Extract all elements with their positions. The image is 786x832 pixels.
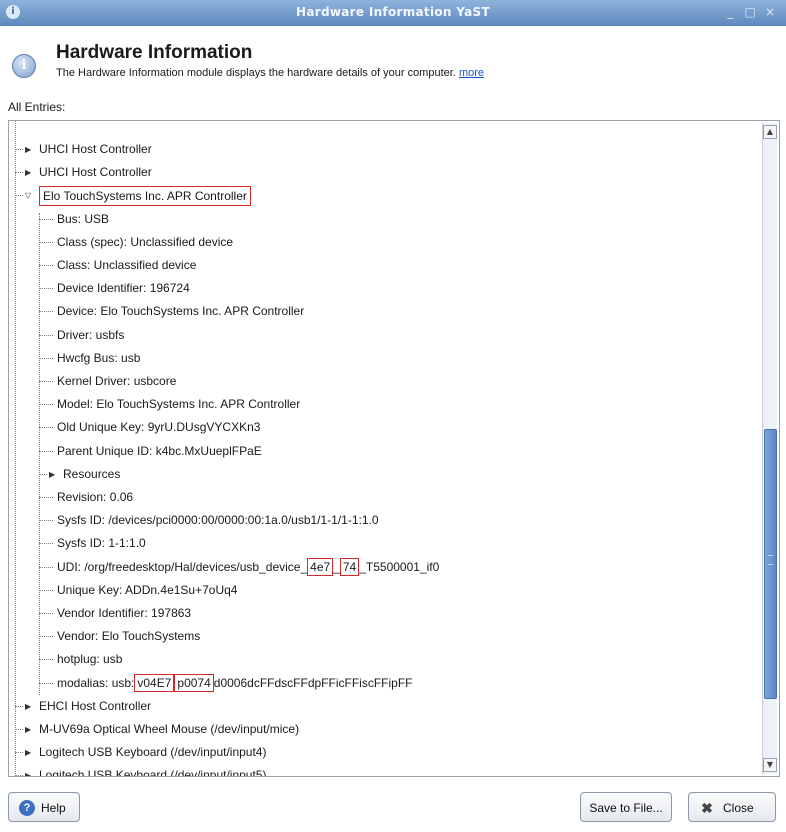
scroll-up-icon[interactable]: ▲ xyxy=(763,125,777,139)
close-button[interactable]: ✖ Close xyxy=(688,792,776,822)
tree-row-label: Class (spec): Unclassified device xyxy=(57,234,234,249)
tree-row-label: Unique Key: ADDn.4e1Su+7oUq4 xyxy=(57,582,238,597)
tree-row-label: EHCI Host Controller xyxy=(39,698,152,713)
tree-label: All Entries: xyxy=(8,100,65,114)
tree-branch-line xyxy=(39,613,53,614)
vertical-scrollbar[interactable]: ▲ ▼ xyxy=(762,123,777,774)
grip-icon xyxy=(768,555,773,565)
tree-branch-line xyxy=(39,288,53,290)
tree-branch-line xyxy=(39,473,47,475)
save-to-file-button[interactable]: Save to File... xyxy=(580,792,672,822)
tree-branch-line xyxy=(39,427,53,429)
help-icon: ? xyxy=(19,800,35,816)
tree-row-label: Vendor: Elo TouchSystems xyxy=(57,629,201,644)
tree-branch-line xyxy=(15,172,23,174)
tree-row-label: Sysfs ID: 1-1:1.0 xyxy=(57,536,146,551)
tree-row-label: Device Identifier: 196724 xyxy=(57,281,190,296)
close-x-icon: ✖ xyxy=(701,800,713,816)
tree-branch-line xyxy=(39,589,53,591)
modalias-vendor-highlight: v04E7 xyxy=(134,673,175,692)
tree-row-label: Logitech USB Keyboard (/dev/input/input4… xyxy=(39,745,267,760)
close-button-label: Close xyxy=(723,801,754,815)
window-title: Hardware Information YaST xyxy=(296,5,490,19)
tree-row-label: Elo TouchSystems Inc. APR Controller xyxy=(39,186,251,207)
tree-branch-line xyxy=(39,241,53,243)
tree-row-label: Model: Elo TouchSystems Inc. APR Control… xyxy=(57,397,301,412)
collapsed-triangle-icon[interactable]: ▶ xyxy=(25,138,31,161)
tree-row-label: Hwcfg Bus: usb xyxy=(57,350,141,365)
tree-row-label: Vendor Identifier: 197863 xyxy=(57,606,192,620)
scroll-thumb[interactable] xyxy=(764,429,777,699)
minimize-icon[interactable]: _ xyxy=(722,5,738,19)
collapsed-triangle-icon[interactable]: ▶ xyxy=(25,741,31,764)
dialog-body: i Hardware Information The Hardware Info… xyxy=(0,26,786,832)
help-button[interactable]: ? Help xyxy=(8,792,80,822)
tree-branch-line xyxy=(15,729,23,730)
close-window-icon[interactable]: × xyxy=(762,5,778,19)
tree-branch-line xyxy=(15,149,23,150)
tree-branch-line xyxy=(39,357,53,359)
tree-branch-line xyxy=(39,311,53,313)
tree-branch-line xyxy=(15,775,23,776)
maximize-icon[interactable]: □ xyxy=(742,5,758,19)
tree-row-label: Kernel Driver: usbcore xyxy=(57,374,177,388)
collapsed-triangle-icon[interactable]: ▶ xyxy=(25,764,31,776)
udi-product-highlight: 74 xyxy=(339,557,360,576)
tree-row-label: Class: Unclassified device xyxy=(57,258,197,272)
tree-branch-line xyxy=(15,705,23,707)
save-button-label: Save to File... xyxy=(589,801,663,815)
tree-branch-line xyxy=(39,520,53,522)
tree-branch-line xyxy=(39,381,53,382)
tree-branch-line xyxy=(39,682,53,684)
tree-row-label: hotplug: usb xyxy=(57,652,123,667)
tree-row-label: Parent Unique ID: k4bc.MxUueplFPaE xyxy=(57,443,262,458)
collapsed-triangle-icon[interactable]: ▶ xyxy=(25,718,31,741)
tree-branch-line xyxy=(39,659,53,661)
info-icon: i xyxy=(12,54,36,78)
tree-row-label: Resources xyxy=(63,466,121,481)
help-button-label: Help xyxy=(41,801,66,815)
description-text: The Hardware Information module displays… xyxy=(56,67,456,79)
tree-row-label: UDI: /org/freedesktop/Hal/devices/usb_de… xyxy=(57,557,440,576)
tree-row-label: Old Unique Key: 9yrU.DUsgVYCXKn3 xyxy=(57,420,261,435)
tree-branch-line xyxy=(39,636,53,638)
tree-branch-line xyxy=(39,334,53,336)
window-titlebar: i Hardware Information YaST _ □ × xyxy=(0,0,786,26)
tree-label-text: All Entries: xyxy=(8,100,66,114)
page-description: The Hardware Information module displays… xyxy=(56,67,484,79)
tree-row-label: UHCI Host Controller xyxy=(39,165,152,180)
tree-connector-line xyxy=(39,213,40,695)
collapsed-triangle-icon[interactable]: ▶ xyxy=(25,161,31,184)
tree-row-label: UHCI Host Controller xyxy=(39,142,152,156)
expanded-triangle-icon[interactable]: ▽ xyxy=(25,184,31,207)
tree-branch-line xyxy=(39,404,53,406)
tree-branch-line xyxy=(39,566,53,568)
tree-row-label: Device: Elo TouchSystems Inc. APR Contro… xyxy=(57,304,305,319)
tree-branch-line xyxy=(15,752,23,754)
window-controls: _ □ × xyxy=(722,5,778,19)
tree-connector-line xyxy=(15,121,16,776)
collapsed-triangle-icon[interactable]: ▶ xyxy=(49,463,55,486)
tree-row-label: Revision: 0.06 xyxy=(57,490,134,504)
tree-row-label: M-UV69a Optical Wheel Mouse (/dev/input/… xyxy=(39,722,300,736)
tree-row-label: modalias: usb: v04E7 p0074 d0006dcFFdscFFdp… xyxy=(57,673,413,692)
tree-branch-line xyxy=(15,195,23,197)
more-link[interactable]: more xyxy=(459,67,484,79)
tree-branch-line xyxy=(39,265,53,266)
hardware-tree[interactable]: ▶ UHCI Host Controller ▶ UHCI Host Controll… xyxy=(8,120,780,777)
tree-row-label: Bus: USB xyxy=(57,211,110,226)
page-title: Hardware Information xyxy=(56,42,253,63)
tree-row-label: Sysfs ID: /devices/pci0000:00/0000:00:1a… xyxy=(57,513,379,528)
udi-vendor-highlight: 4e7 xyxy=(307,557,334,576)
tree-row-label: Logitech USB Keyboard (/dev/input/input5… xyxy=(39,768,267,777)
tree-branch-line xyxy=(39,450,53,452)
tree-row-label: Driver: usbfs xyxy=(57,327,125,342)
scroll-down-icon[interactable]: ▼ xyxy=(763,758,777,772)
modalias-product-highlight: p0074 xyxy=(174,673,214,692)
collapsed-triangle-icon[interactable]: ▶ xyxy=(25,695,31,718)
tree-branch-line xyxy=(39,218,53,220)
tree-branch-line xyxy=(39,543,53,545)
tree-branch-line xyxy=(39,497,53,498)
